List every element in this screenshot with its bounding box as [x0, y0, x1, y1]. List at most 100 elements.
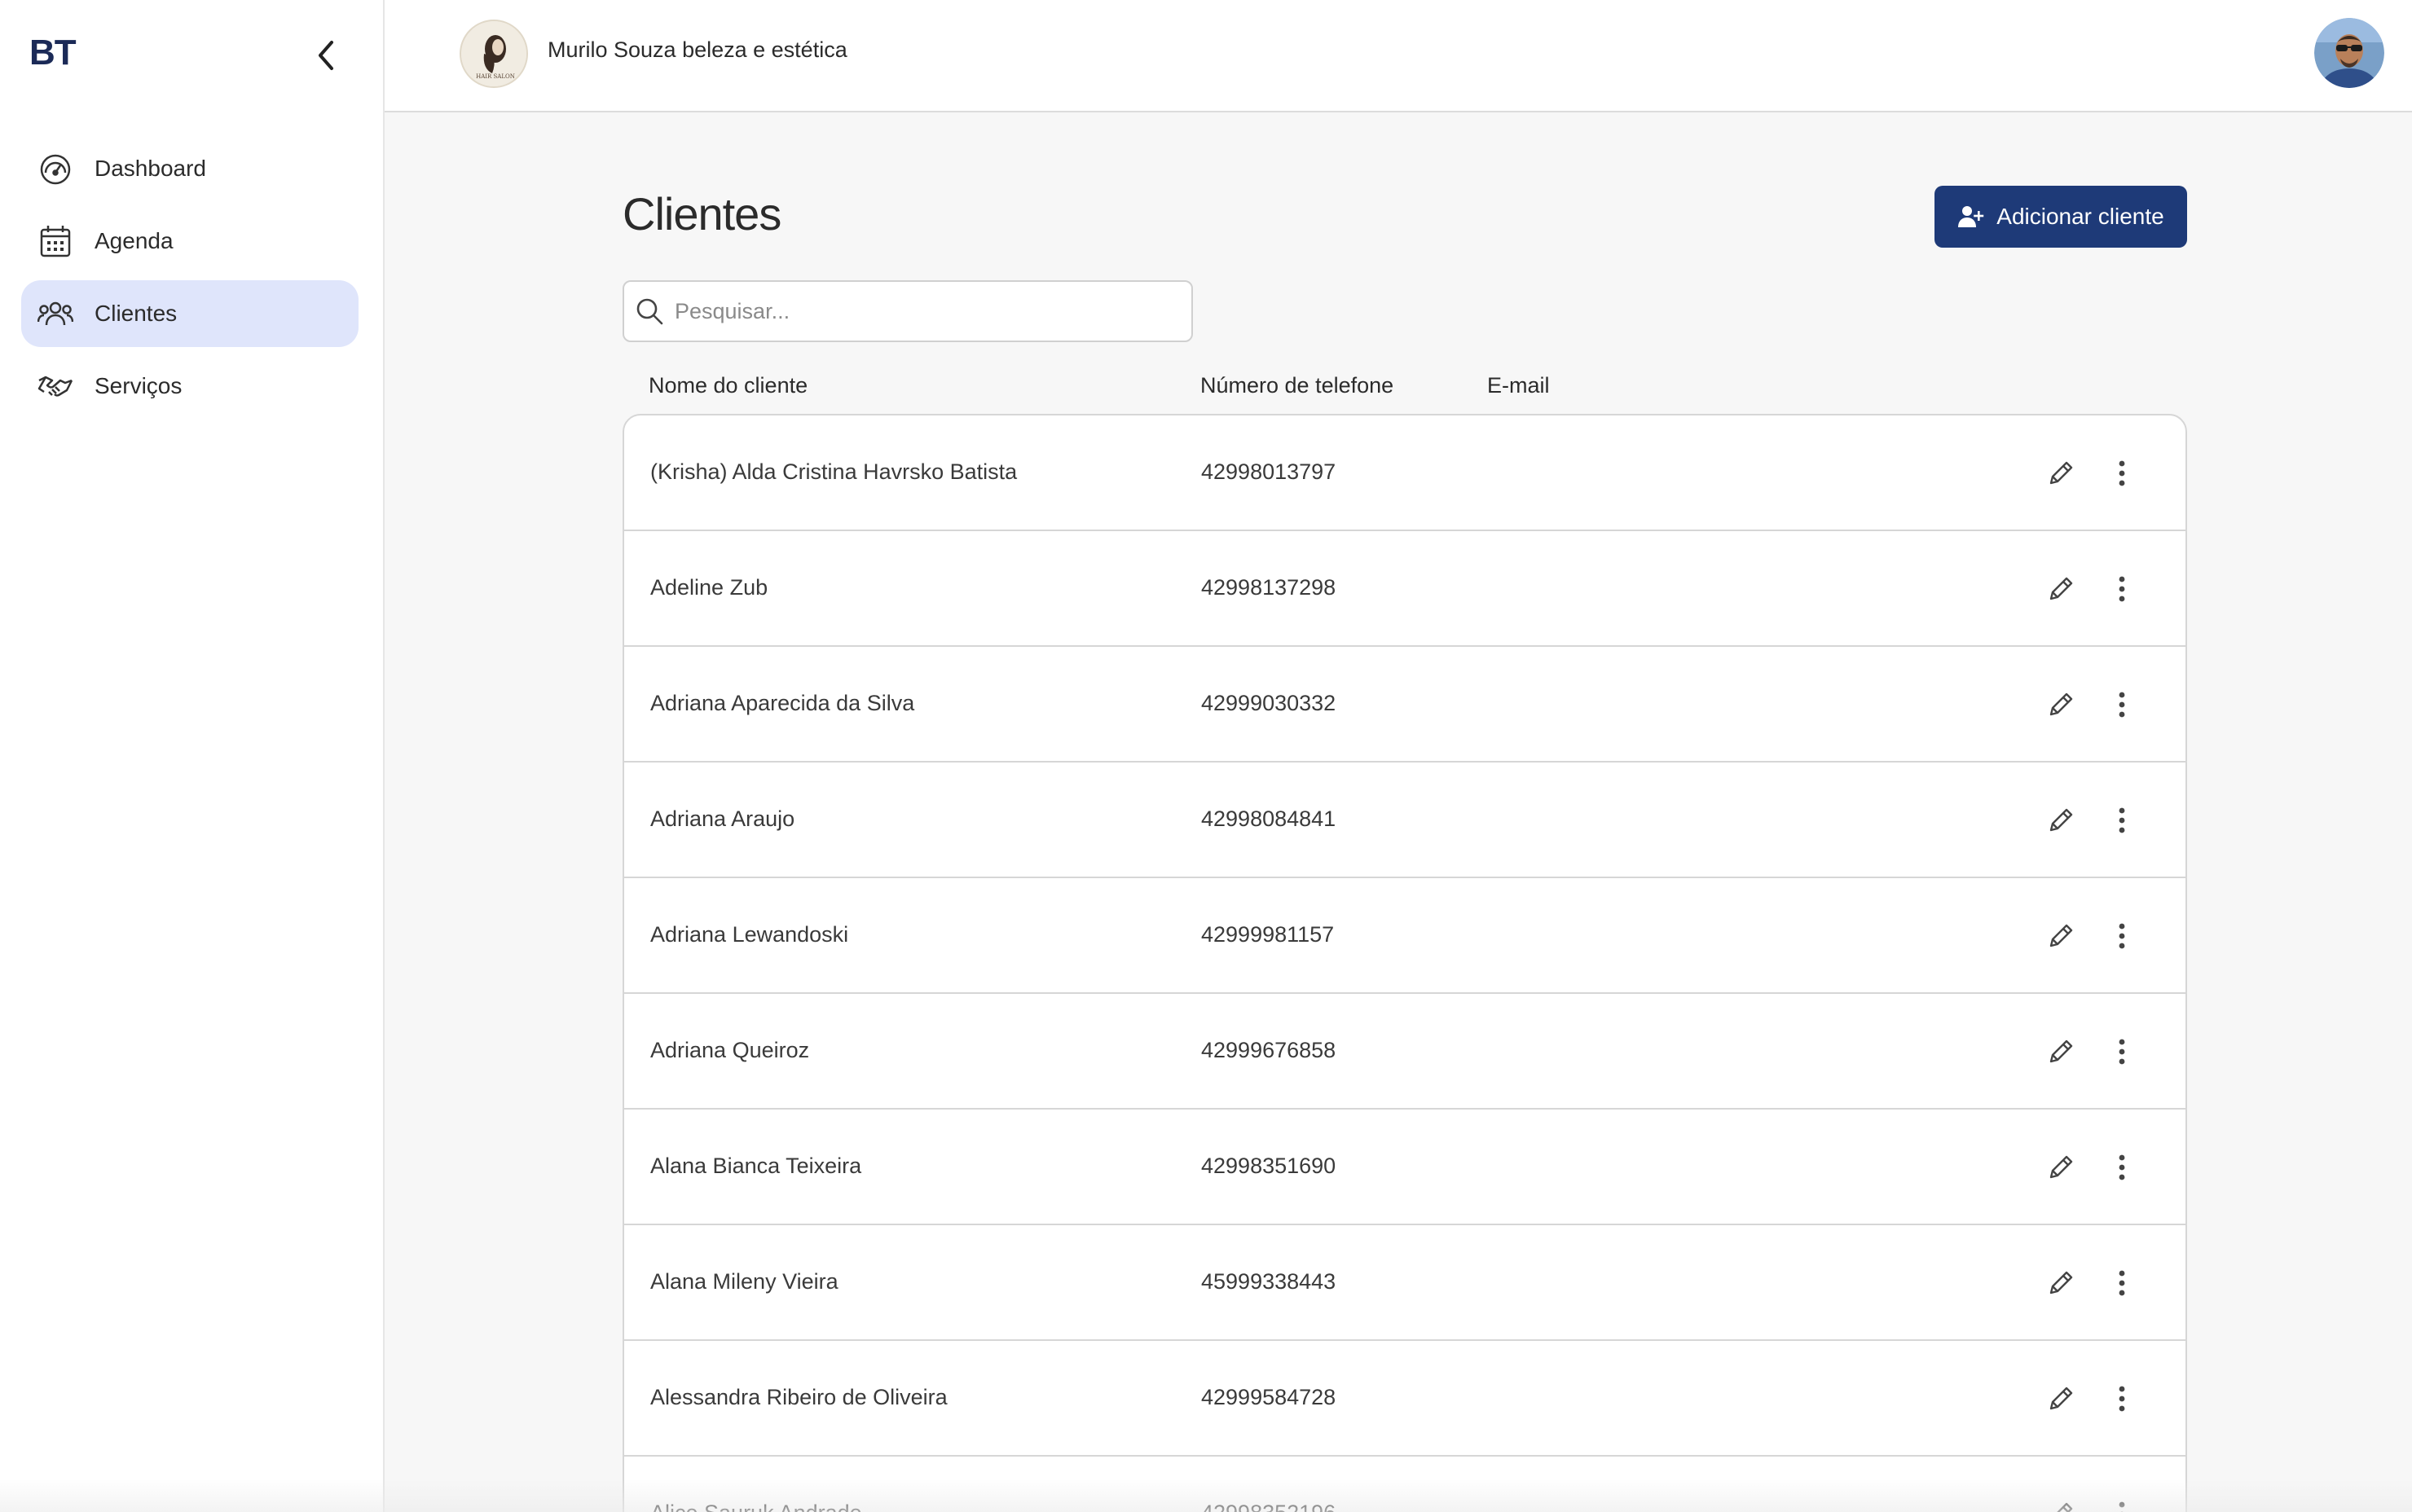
client-name: Adriana Queiroz: [650, 1038, 810, 1062]
client-name: Adriana Lewandoski: [650, 922, 849, 947]
sidebar-item-label: Agenda: [95, 228, 174, 253]
more-options-button[interactable]: [2106, 570, 2138, 608]
edit-button[interactable]: [2042, 1033, 2080, 1070]
client-name: Alana Bianca Teixeira: [650, 1154, 862, 1178]
users-icon: [36, 294, 75, 333]
pencil-icon: [2046, 1500, 2075, 1512]
more-vertical-icon: [2118, 574, 2126, 604]
pencil-icon: [2046, 806, 2075, 835]
more-vertical-icon: [2118, 1037, 2126, 1066]
client-name: Adriana Aparecida da Silva: [650, 691, 915, 715]
column-header-phone[interactable]: Número de telefone: [1200, 373, 1393, 398]
client-name: Adriana Araujo: [650, 807, 795, 831]
search-input[interactable]: [675, 298, 1164, 324]
sidebar-item-dashboard[interactable]: Dashboard: [21, 135, 359, 202]
client-phone: 42999584728: [1201, 1385, 1336, 1409]
table-row[interactable]: Adriana Queiroz 42999676858: [624, 994, 2185, 1110]
add-user-icon: [1957, 204, 1985, 229]
column-header-email[interactable]: E-mail: [1487, 373, 1550, 398]
sidebar-item-label: Dashboard: [95, 156, 206, 181]
client-name: Adeline Zub: [650, 575, 768, 600]
svg-text:HAIR SALON: HAIR SALON: [476, 73, 515, 80]
client-phone: 42999030332: [1201, 691, 1336, 715]
client-phone: 42998351690: [1201, 1154, 1336, 1178]
pencil-icon: [2046, 459, 2075, 488]
salon-name: Murilo Souza beleza e estética: [548, 37, 847, 62]
client-name: Alessandra Ribeiro de Oliveira: [650, 1385, 948, 1409]
pencil-icon: [2046, 690, 2075, 719]
collapse-sidebar-button[interactable]: [305, 34, 347, 77]
more-options-button[interactable]: [2106, 1149, 2138, 1186]
edit-button[interactable]: [2042, 802, 2080, 839]
more-vertical-icon: [2118, 1153, 2126, 1182]
client-phone: 42999676858: [1201, 1038, 1336, 1062]
client-name: (Krisha) Alda Cristina Havrsko Batista: [650, 459, 1018, 484]
table-row[interactable]: Adriana Lewandoski 42999981157: [624, 878, 2185, 994]
table-row[interactable]: Adriana Aparecida da Silva 42999030332: [624, 647, 2185, 763]
more-options-button[interactable]: [2106, 1496, 2138, 1512]
chevron-left-icon: [319, 41, 333, 70]
more-options-button[interactable]: [2106, 686, 2138, 723]
top-header: HAIR SALON Murilo Souza beleza e estétic…: [385, 0, 2412, 112]
pencil-icon: [2046, 921, 2075, 951]
more-options-button[interactable]: [2106, 455, 2138, 492]
table-row[interactable]: Adriana Araujo 42998084841: [624, 763, 2185, 878]
edit-button[interactable]: [2042, 1264, 2080, 1302]
search-icon: [636, 298, 663, 325]
client-name: Alice Sauruk Andrade: [650, 1501, 862, 1512]
more-vertical-icon: [2118, 806, 2126, 835]
more-options-button[interactable]: [2106, 917, 2138, 955]
more-options-button[interactable]: [2106, 802, 2138, 839]
client-phone: 42998137298: [1201, 575, 1336, 600]
edit-button[interactable]: [2042, 917, 2080, 955]
pencil-icon: [2046, 574, 2075, 604]
search-box: [623, 280, 1193, 342]
edit-button[interactable]: [2042, 570, 2080, 608]
user-avatar[interactable]: [2314, 18, 2384, 88]
clients-table: (Krisha) Alda Cristina Havrsko Batista 42…: [623, 414, 2187, 1512]
page-title: Clientes: [623, 188, 781, 240]
sidebar: BT Dashboard Agenda Clientes Serviços: [0, 0, 385, 1512]
column-header-name[interactable]: Nome do cliente: [649, 373, 808, 398]
add-client-button-label: Adicionar cliente: [1996, 204, 2164, 229]
table-header: Nome do cliente Número de telefone E-mai…: [0, 373, 2412, 406]
edit-button[interactable]: [2042, 1496, 2080, 1512]
edit-button[interactable]: [2042, 1149, 2080, 1186]
pencil-icon: [2046, 1384, 2075, 1413]
table-row[interactable]: Adeline Zub 42998137298: [624, 531, 2185, 647]
client-phone: 42998013797: [1201, 459, 1336, 484]
edit-button[interactable]: [2042, 1380, 2080, 1418]
add-client-button[interactable]: Adicionar cliente: [1934, 186, 2187, 248]
table-row[interactable]: Alana Bianca Teixeira 42998351690: [624, 1110, 2185, 1225]
salon-logo: HAIR SALON: [460, 20, 528, 88]
table-row[interactable]: Alice Sauruk Andrade 42998352196: [624, 1457, 2185, 1512]
more-vertical-icon: [2118, 921, 2126, 951]
more-vertical-icon: [2118, 690, 2126, 719]
client-phone: 45999338443: [1201, 1269, 1336, 1294]
more-vertical-icon: [2118, 459, 2126, 488]
edit-button[interactable]: [2042, 455, 2080, 492]
more-options-button[interactable]: [2106, 1264, 2138, 1302]
table-row[interactable]: Alana Mileny Vieira 45999338443: [624, 1225, 2185, 1341]
pencil-icon: [2046, 1153, 2075, 1182]
pencil-icon: [2046, 1037, 2075, 1066]
more-vertical-icon: [2118, 1500, 2126, 1512]
edit-button[interactable]: [2042, 686, 2080, 723]
sidebar-item-agenda[interactable]: Agenda: [21, 208, 359, 275]
client-phone: 42999981157: [1201, 922, 1335, 947]
more-vertical-icon: [2118, 1384, 2126, 1413]
more-vertical-icon: [2118, 1268, 2126, 1298]
sidebar-item-clientes[interactable]: Clientes: [21, 280, 359, 347]
pencil-icon: [2046, 1268, 2075, 1298]
client-name: Alana Mileny Vieira: [650, 1269, 838, 1294]
client-phone: 42998084841: [1201, 807, 1336, 831]
dashboard-gauge-icon: [36, 149, 75, 188]
more-options-button[interactable]: [2106, 1033, 2138, 1070]
table-row[interactable]: Alessandra Ribeiro de Oliveira 4299958472…: [624, 1341, 2185, 1457]
table-row[interactable]: (Krisha) Alda Cristina Havrsko Batista 42…: [624, 415, 2185, 531]
client-phone: 42998352196: [1201, 1501, 1336, 1512]
calendar-icon: [36, 222, 75, 261]
more-options-button[interactable]: [2106, 1380, 2138, 1418]
sidebar-item-label: Clientes: [95, 301, 178, 326]
brand-logo: BT: [29, 33, 77, 73]
